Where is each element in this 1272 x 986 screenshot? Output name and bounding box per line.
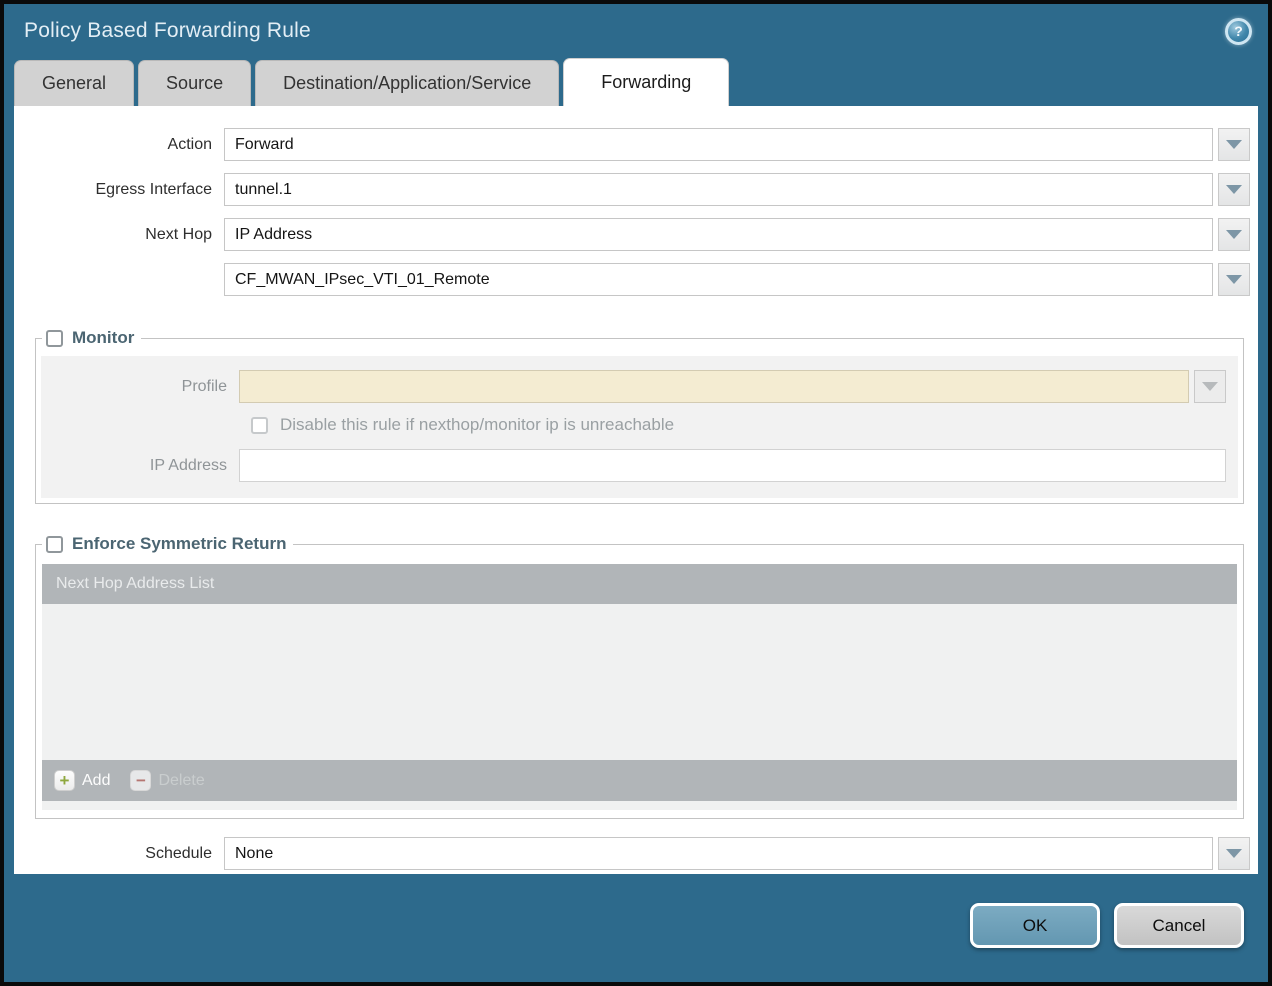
monitor-section: Monitor Profile Disable this rule if nex… (35, 328, 1244, 504)
chevron-down-icon (1226, 275, 1242, 284)
next-hop-type-select[interactable]: IP Address (224, 218, 1213, 251)
schedule-label: Schedule (14, 845, 224, 863)
tab-forwarding[interactable]: Forwarding (563, 58, 729, 106)
monitor-panel: Profile Disable this rule if nexthop/mon… (41, 356, 1238, 498)
symmetric-return-legend-label: Enforce Symmetric Return (72, 534, 286, 554)
schedule-row: Schedule None (14, 837, 1250, 870)
schedule-select[interactable]: None (224, 837, 1213, 870)
egress-interface-label: Egress Interface (14, 181, 224, 199)
chevron-down-icon (1202, 382, 1218, 391)
profile-row: Profile (41, 370, 1226, 403)
next-hop-dropdown-button[interactable] (1218, 218, 1250, 251)
table-header: Next Hop Address List (42, 564, 1237, 604)
profile-dropdown-button (1194, 370, 1226, 403)
chevron-down-icon (1226, 230, 1242, 239)
enforce-symmetric-return-checkbox[interactable] (46, 536, 63, 553)
dialog-footer: OK Cancel (4, 903, 1244, 948)
chevron-down-icon (1226, 185, 1242, 194)
monitor-ip-row: IP Address (41, 449, 1226, 482)
plus-icon: + (54, 770, 75, 791)
tab-bar: General Source Destination/Application/S… (4, 58, 1268, 106)
help-icon[interactable]: ? (1225, 18, 1252, 45)
add-button[interactable]: + Add (54, 770, 110, 791)
minus-icon: − (130, 770, 151, 791)
egress-interface-select[interactable]: tunnel.1 (224, 173, 1213, 206)
action-label: Action (14, 136, 224, 154)
next-hop-address-list-table: Next Hop Address List + Add − Delete (42, 564, 1237, 810)
monitor-ip-input (239, 449, 1226, 482)
tab-general[interactable]: General (14, 60, 134, 106)
monitor-checkbox[interactable] (46, 330, 63, 347)
next-hop-row: Next Hop IP Address (14, 218, 1250, 251)
pbf-rule-dialog: Policy Based Forwarding Rule ? General S… (0, 0, 1272, 986)
egress-interface-dropdown-button[interactable] (1218, 173, 1250, 206)
delete-button: − Delete (130, 770, 204, 791)
action-row: Action Forward (14, 128, 1250, 161)
dialog-title: Policy Based Forwarding Rule (24, 19, 311, 43)
profile-label: Profile (41, 378, 239, 396)
monitor-legend: Monitor (42, 328, 141, 348)
disable-rule-label: Disable this rule if nexthop/monitor ip … (280, 415, 674, 435)
next-hop-address-row: CF_MWAN_IPsec_VTI_01_Remote (14, 263, 1250, 296)
egress-interface-row: Egress Interface tunnel.1 (14, 173, 1250, 206)
next-hop-address-dropdown-button[interactable] (1218, 263, 1250, 296)
dialog-titlebar: Policy Based Forwarding Rule ? (4, 4, 1268, 58)
action-dropdown-button[interactable] (1218, 128, 1250, 161)
table-footer: + Add − Delete (42, 760, 1237, 801)
monitor-ip-label: IP Address (41, 457, 239, 475)
next-hop-label: Next Hop (14, 226, 224, 244)
chevron-down-icon (1226, 140, 1242, 149)
table-header-label: Next Hop Address List (56, 575, 214, 593)
tab-destination-application-service[interactable]: Destination/Application/Service (255, 60, 559, 106)
symmetric-return-legend: Enforce Symmetric Return (42, 534, 293, 554)
profile-select (239, 370, 1189, 403)
cancel-button[interactable]: Cancel (1114, 903, 1244, 948)
chevron-down-icon (1226, 849, 1242, 858)
disable-rule-checkbox (251, 417, 268, 434)
disable-rule-row: Disable this rule if nexthop/monitor ip … (251, 415, 1226, 435)
action-select[interactable]: Forward (224, 128, 1213, 161)
forwarding-tab-panel: Action Forward Egress Interface tunnel.1… (14, 106, 1258, 874)
ok-button[interactable]: OK (970, 903, 1100, 948)
schedule-dropdown-button[interactable] (1218, 837, 1250, 870)
table-body-empty (42, 604, 1237, 760)
monitor-legend-label: Monitor (72, 328, 134, 348)
tab-source[interactable]: Source (138, 60, 251, 106)
symmetric-return-section: Enforce Symmetric Return Next Hop Addres… (35, 534, 1244, 819)
next-hop-address-select[interactable]: CF_MWAN_IPsec_VTI_01_Remote (224, 263, 1213, 296)
